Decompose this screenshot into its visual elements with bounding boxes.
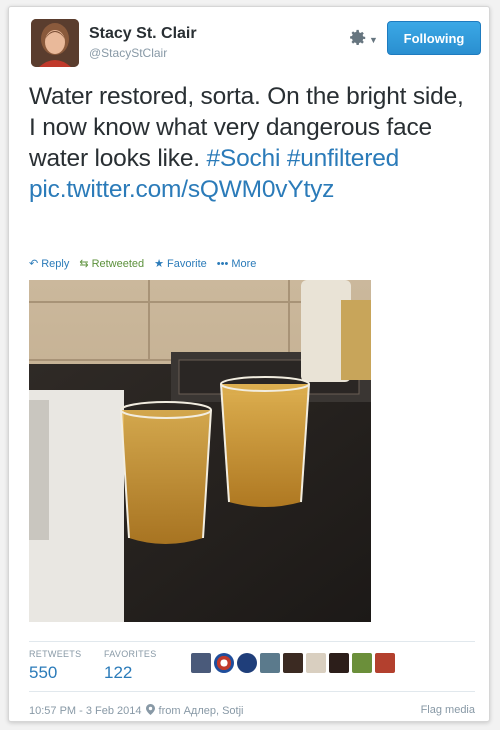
favoriter-avatar[interactable] [191, 653, 211, 673]
favorites-count: 122 [104, 663, 133, 682]
user-handle[interactable]: @StacyStClair [89, 46, 167, 60]
favoriter-avatars [191, 653, 395, 673]
favoriter-avatar[interactable] [237, 653, 257, 673]
retweets-stat[interactable]: RETWEETS 550 [29, 649, 81, 683]
retweets-count: 550 [29, 663, 58, 682]
favoriter-avatar[interactable] [283, 653, 303, 673]
user-name[interactable]: Stacy St. Clair [89, 25, 197, 43]
timestamp[interactable]: 10:57 PM - 3 Feb 2014 [29, 705, 142, 717]
retweets-label: RETWEETS [29, 649, 82, 659]
avatar[interactable] [31, 19, 79, 67]
reply-icon: ↶ [29, 258, 39, 270]
favorites-label: FAVORITES [104, 649, 157, 659]
retweet-action[interactable]: ⇆ Retweeted [79, 257, 145, 271]
tweet-actions: ↶ Reply ⇆ Retweeted ★ Favorite ••• More [29, 257, 257, 271]
more-icon: ••• [216, 257, 229, 270]
reply-label: Reply [41, 257, 70, 270]
favoriter-avatar[interactable] [214, 653, 234, 673]
more-label: More [231, 257, 257, 270]
retweet-label: Retweeted [91, 257, 145, 270]
location[interactable]: from Адлер, Sotji [159, 705, 244, 717]
more-action[interactable]: ••• More [217, 257, 257, 270]
tweet-card: Stacy St. Clair @StacyStClair ▼ Followin… [8, 6, 490, 722]
star-icon: ★ [154, 258, 165, 270]
media-link[interactable]: pic.twitter.com/sQWM0vYtyz [29, 176, 334, 203]
hashtag-sochi[interactable]: #Sochi [207, 145, 281, 172]
flag-media-link[interactable]: Flag media [421, 704, 475, 716]
favorite-action[interactable]: ★ Favorite [154, 257, 207, 271]
favoriter-avatar[interactable] [352, 653, 372, 673]
favorites-stat[interactable]: FAVORITES 122 [104, 649, 157, 683]
tweet-text: Water restored, sorta. On the bright sid… [29, 81, 469, 205]
chevron-down-icon: ▼ [369, 35, 378, 45]
user-actions-menu[interactable]: ▼ [349, 29, 383, 51]
location-pin-icon [145, 704, 155, 718]
hashtag-unfiltered[interactable]: #unfiltered [287, 145, 399, 172]
following-button[interactable]: Following [387, 21, 481, 55]
retweet-icon: ⇆ [79, 258, 89, 270]
favoriter-avatar[interactable] [329, 653, 349, 673]
favoriter-avatar[interactable] [260, 653, 280, 673]
divider [29, 641, 475, 642]
tweet-photo[interactable] [29, 280, 371, 622]
favoriter-avatar[interactable] [306, 653, 326, 673]
reply-action[interactable]: ↶ Reply [29, 257, 70, 271]
favorite-label: Favorite [167, 257, 207, 270]
favoriter-avatar[interactable] [375, 653, 395, 673]
tweet-footer: 10:57 PM - 3 Feb 2014 from Адлер, Sotji [29, 704, 244, 718]
gear-icon [349, 29, 367, 52]
divider [29, 691, 475, 692]
